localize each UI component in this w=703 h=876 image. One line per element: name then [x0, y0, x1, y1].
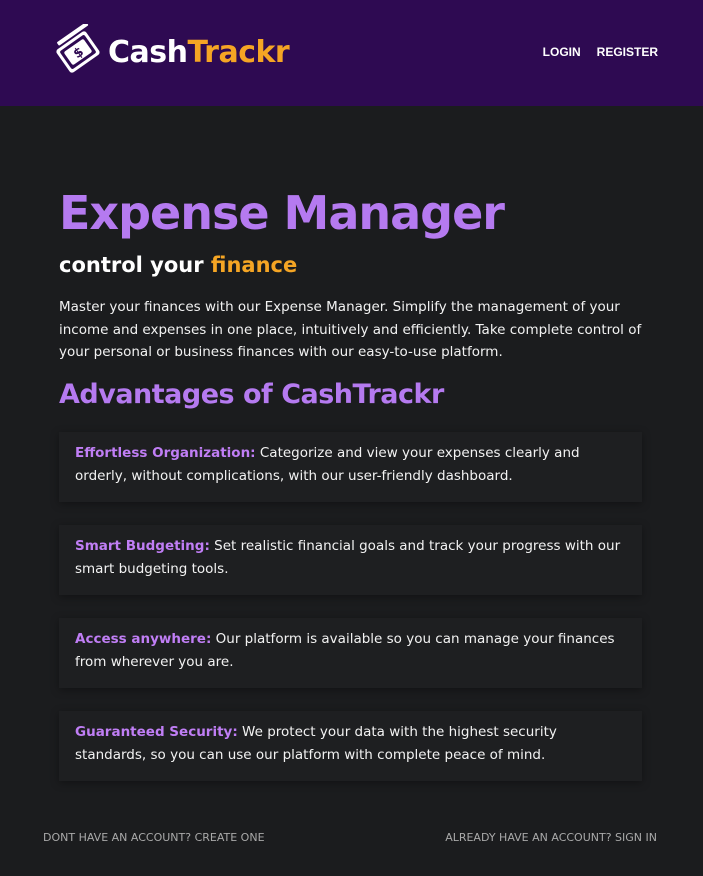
- page-subtitle: control your finance: [59, 253, 297, 277]
- logo[interactable]: $ CashTrackr: [52, 24, 290, 80]
- advantage-card-security: Guaranteed Security: We protect your dat…: [59, 711, 642, 781]
- advantage-label: Effortless Organization:: [75, 445, 256, 461]
- login-link[interactable]: LOGIN: [543, 45, 581, 59]
- advantage-card-organization: Effortless Organization: Categorize and …: [59, 432, 642, 502]
- advantages-title: Advantages of CashTrackr: [59, 379, 444, 410]
- subtitle-prefix: control your: [59, 253, 211, 277]
- advantage-label: Smart Budgeting:: [75, 538, 210, 554]
- site-header: $ CashTrackr LOGIN REGISTER: [0, 0, 703, 106]
- register-link[interactable]: REGISTER: [597, 45, 658, 59]
- logo-text-trackr: Trackr: [187, 34, 290, 70]
- logo-text-cash: Cash: [108, 34, 188, 70]
- page-title: Expense Manager: [59, 186, 505, 240]
- subtitle-accent: finance: [210, 253, 298, 277]
- advantage-card-budgeting: Smart Budgeting: Set realistic financial…: [59, 525, 642, 595]
- advantage-card-access: Access anywhere: Our platform is availab…: [59, 618, 642, 688]
- logo-text: CashTrackr: [108, 34, 290, 70]
- advantage-label: Guaranteed Security:: [75, 724, 238, 740]
- create-account-link[interactable]: DONT HAVE AN ACCOUNT? CREATE ONE: [43, 831, 265, 844]
- advantage-label: Access anywhere:: [75, 631, 212, 647]
- sign-in-link[interactable]: ALREADY HAVE AN ACCOUNT? SIGN IN: [445, 831, 657, 844]
- money-bill-icon: $: [56, 24, 100, 73]
- header-nav: LOGIN REGISTER: [543, 45, 658, 59]
- intro-paragraph: Master your finances with our Expense Ma…: [59, 299, 642, 360]
